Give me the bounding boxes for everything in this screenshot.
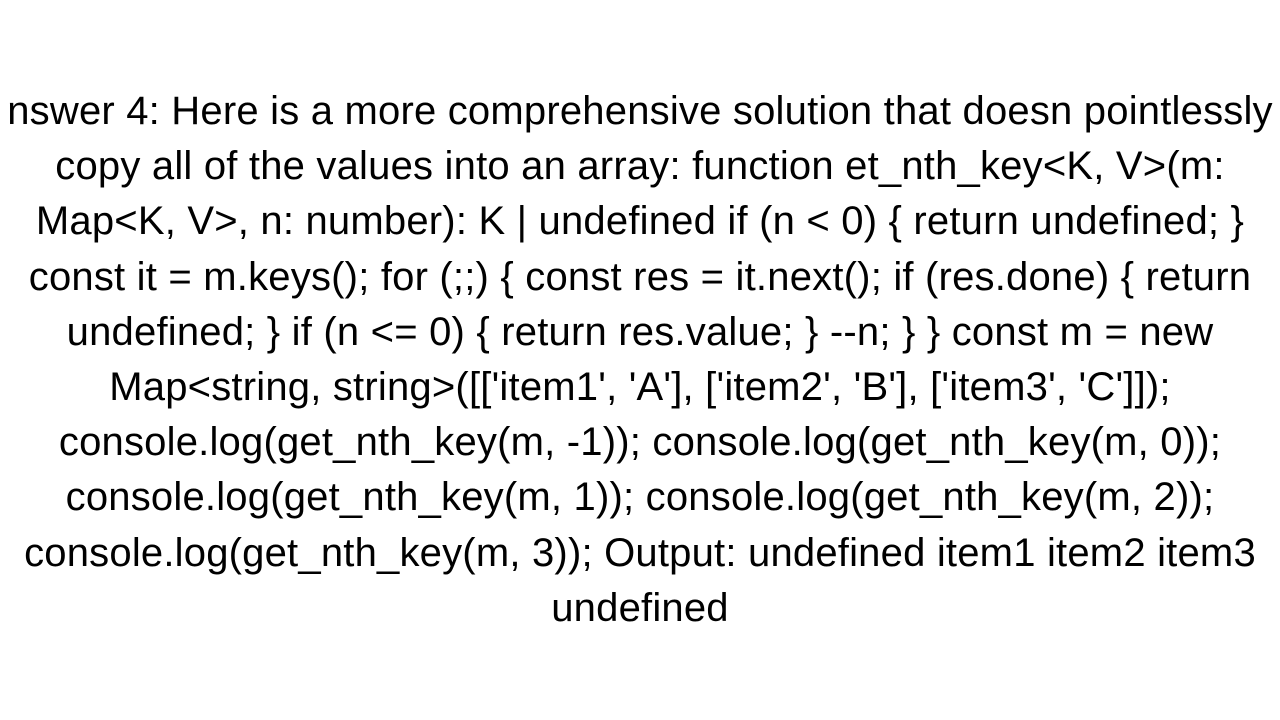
document-text: nswer 4: Here is a more comprehensive so… (0, 84, 1280, 636)
